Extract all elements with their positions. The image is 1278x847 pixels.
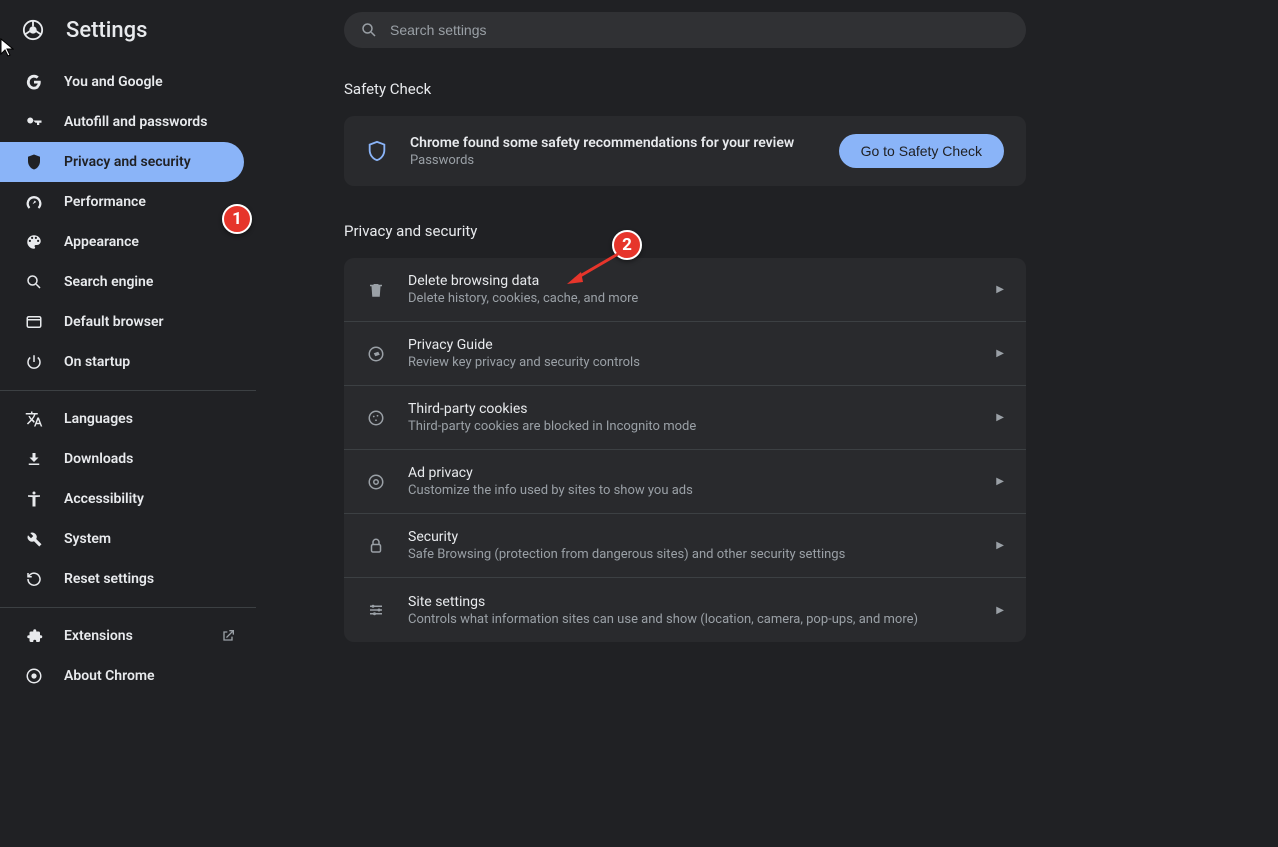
sidebar-item-label: Privacy and security	[64, 154, 191, 170]
sidebar-item-extensions[interactable]: Extensions	[0, 616, 256, 656]
sidebar-item-label: Appearance	[64, 234, 139, 250]
sliders-icon	[366, 600, 386, 620]
shield-icon	[24, 152, 44, 172]
sidebar-item-reset-settings[interactable]: Reset settings	[0, 559, 256, 599]
row-subtitle: Third-party cookies are blocked in Incog…	[408, 419, 696, 434]
sidebar-item-system[interactable]: System	[0, 519, 256, 559]
chevron-right-icon: ▶	[996, 348, 1004, 359]
row-title: Third-party cookies	[408, 401, 696, 417]
row-title: Delete browsing data	[408, 273, 638, 289]
external-link-icon	[220, 628, 236, 644]
sidebar-item-downloads[interactable]: Downloads	[0, 439, 256, 479]
cookie-icon	[366, 408, 386, 428]
chevron-right-icon: ▶	[996, 476, 1004, 487]
safety-check-card: Chrome found some safety recommendations…	[344, 116, 1026, 186]
google-g-icon	[24, 72, 44, 92]
search-icon	[24, 272, 44, 292]
sidebar-item-label: Search engine	[64, 274, 153, 290]
mouse-cursor-icon	[0, 38, 14, 58]
sidebar-item-label: Performance	[64, 194, 146, 210]
wrench-icon	[24, 529, 44, 549]
sidebar-item-appearance[interactable]: Appearance	[0, 222, 256, 262]
browser-icon	[24, 312, 44, 332]
chevron-right-icon: ▶	[996, 540, 1004, 551]
sidebar-item-label: Downloads	[64, 451, 133, 467]
row-subtitle: Review key privacy and security controls	[408, 355, 640, 370]
row-title: Ad privacy	[408, 465, 693, 481]
search-settings-field[interactable]	[344, 12, 1026, 48]
sidebar-divider	[0, 607, 256, 608]
sidebar-item-label: Autofill and passwords	[64, 114, 207, 130]
accessibility-icon	[24, 489, 44, 509]
go-to-safety-check-button[interactable]: Go to Safety Check	[839, 134, 1004, 168]
chrome-icon	[24, 666, 44, 686]
row-security[interactable]: Security Safe Browsing (protection from …	[344, 514, 1026, 578]
section-label-safety-check: Safety Check	[344, 80, 1026, 98]
row-third-party-cookies[interactable]: Third-party cookies Third-party cookies …	[344, 386, 1026, 450]
search-input[interactable]	[390, 22, 1010, 38]
row-subtitle: Customize the info used by sites to show…	[408, 483, 693, 498]
sidebar-item-privacy-security[interactable]: Privacy and security	[0, 142, 244, 182]
key-icon	[24, 112, 44, 132]
row-subtitle: Safe Browsing (protection from dangerous…	[408, 547, 845, 562]
sidebar-item-performance[interactable]: Performance	[0, 182, 256, 222]
sidebar-item-you-and-google[interactable]: You and Google	[0, 62, 256, 102]
chrome-logo-icon	[22, 19, 44, 41]
sidebar-item-on-startup[interactable]: On startup	[0, 342, 256, 382]
privacy-security-list: Delete browsing data Delete history, coo…	[344, 258, 1026, 642]
palette-icon	[24, 232, 44, 252]
compass-icon	[366, 344, 386, 364]
row-title: Site settings	[408, 594, 918, 610]
trash-icon	[366, 280, 386, 300]
sidebar-item-label: Reset settings	[64, 571, 154, 587]
sidebar-item-default-browser[interactable]: Default browser	[0, 302, 256, 342]
sidebar-item-label: Accessibility	[64, 491, 144, 507]
row-subtitle: Controls what information sites can use …	[408, 612, 918, 627]
row-ad-privacy[interactable]: Ad privacy Customize the info used by si…	[344, 450, 1026, 514]
sidebar-item-autofill[interactable]: Autofill and passwords	[0, 102, 256, 142]
safety-card-title: Chrome found some safety recommendations…	[410, 135, 794, 151]
sidebar-divider	[0, 390, 256, 391]
search-icon	[360, 21, 378, 39]
sidebar-item-search-engine[interactable]: Search engine	[0, 262, 256, 302]
sidebar-item-label: About Chrome	[64, 668, 155, 684]
sidebar-item-label: System	[64, 531, 111, 547]
sidebar-item-label: Extensions	[64, 628, 133, 644]
speedometer-icon	[24, 192, 44, 212]
sidebar-item-label: On startup	[64, 354, 130, 370]
annotation-marker-1: 1	[222, 204, 252, 234]
row-subtitle: Delete history, cookies, cache, and more	[408, 291, 638, 306]
main-content: Safety Check Chrome found some safety re…	[344, 80, 1026, 642]
row-title: Privacy Guide	[408, 337, 640, 353]
row-privacy-guide[interactable]: Privacy Guide Review key privacy and sec…	[344, 322, 1026, 386]
row-site-settings[interactable]: Site settings Controls what information …	[344, 578, 1026, 642]
safety-card-subtitle: Passwords	[410, 153, 794, 168]
page-title: Settings	[66, 18, 147, 43]
power-icon	[24, 352, 44, 372]
shield-icon	[366, 140, 388, 162]
chevron-right-icon: ▶	[996, 284, 1004, 295]
row-title: Security	[408, 529, 845, 545]
annotation-marker-2: 2	[612, 230, 642, 260]
sidebar-item-label: Default browser	[64, 314, 164, 330]
sidebar-item-accessibility[interactable]: Accessibility	[0, 479, 256, 519]
sidebar-item-about-chrome[interactable]: About Chrome	[0, 656, 256, 696]
extension-icon	[24, 626, 44, 646]
sidebar-item-label: Languages	[64, 411, 133, 427]
chevron-right-icon: ▶	[996, 605, 1004, 616]
translate-icon	[24, 409, 44, 429]
section-label-privacy-security: Privacy and security	[344, 222, 1026, 240]
download-icon	[24, 449, 44, 469]
chevron-right-icon: ▶	[996, 412, 1004, 423]
sidebar-item-label: You and Google	[64, 74, 163, 90]
sidebar: You and Google Autofill and passwords Pr…	[0, 62, 256, 696]
lock-icon	[366, 536, 386, 556]
ad-icon	[366, 472, 386, 492]
sidebar-item-languages[interactable]: Languages	[0, 399, 256, 439]
reset-icon	[24, 569, 44, 589]
row-delete-browsing-data[interactable]: Delete browsing data Delete history, coo…	[344, 258, 1026, 322]
